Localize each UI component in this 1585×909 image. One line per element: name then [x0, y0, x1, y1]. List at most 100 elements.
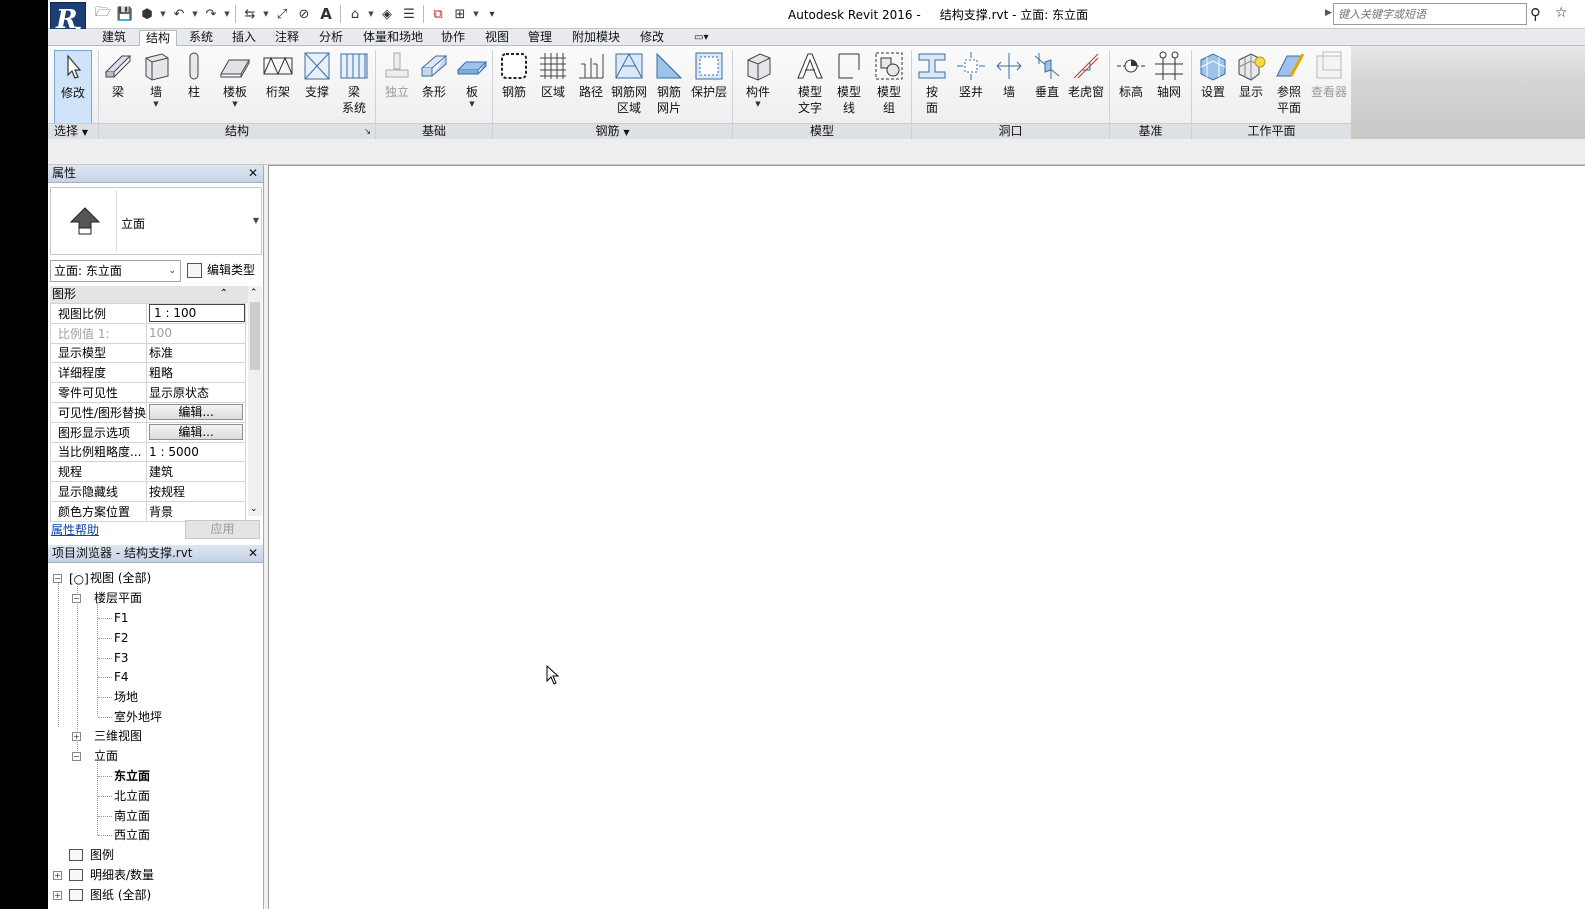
shaft-button[interactable]: 竖井: [952, 50, 990, 100]
modify-button[interactable]: 修改: [54, 50, 92, 126]
undo-icon[interactable]: ↶: [168, 3, 190, 25]
tree-item-f1[interactable]: F1: [114, 609, 129, 628]
tab-modify[interactable]: 修改: [634, 30, 670, 46]
scroll-thumb[interactable]: [250, 302, 260, 370]
redo-dropdown[interactable]: ▼: [222, 10, 232, 18]
rebar-button[interactable]: 钢筋: [495, 50, 533, 100]
wall-opening-button[interactable]: 墙: [990, 50, 1028, 100]
switch-windows-icon[interactable]: ⊞: [449, 3, 471, 25]
section-icon[interactable]: ◈: [376, 3, 398, 25]
opening-by-face-button[interactable]: 按 面: [913, 50, 951, 116]
model-text-button[interactable]: 模型 文字: [791, 50, 829, 116]
tag-icon[interactable]: ⊘: [293, 3, 315, 25]
tree-item-schedules[interactable]: 明细表/数量: [90, 866, 154, 885]
property-value[interactable]: 1 : 5000: [146, 441, 247, 463]
measure-icon[interactable]: ⇆: [239, 3, 261, 25]
tab-systems[interactable]: 系统: [183, 30, 219, 46]
rebar-cover-button[interactable]: 保护层: [689, 50, 729, 100]
properties-scrollbar[interactable]: ⌃ ⌄: [248, 286, 262, 516]
scroll-up-icon[interactable]: ⌃: [250, 288, 258, 298]
close-hidden-windows-icon[interactable]: ⧉: [427, 3, 449, 25]
vg-overrides-edit-button[interactable]: 编辑...: [149, 404, 244, 421]
star-icon[interactable]: ☆: [1555, 5, 1568, 21]
apply-button[interactable]: 应用: [185, 520, 260, 539]
close-icon[interactable]: ✕: [248, 165, 258, 182]
save-icon[interactable]: 💾: [114, 3, 136, 25]
tree-item-legends[interactable]: 图例: [90, 846, 114, 865]
column-button[interactable]: 柱: [175, 50, 213, 100]
property-value[interactable]: 建筑: [146, 461, 247, 483]
3d-view-dropdown[interactable]: ▼: [366, 10, 376, 18]
measure-dropdown[interactable]: ▼: [261, 10, 271, 18]
tree-item-f3[interactable]: F3: [114, 649, 129, 668]
collapse-toggle[interactable]: −: [53, 574, 62, 583]
binoculars-icon[interactable]: ⚲: [1530, 5, 1541, 23]
property-value[interactable]: 按规程: [146, 481, 247, 502]
dormer-opening-button[interactable]: 老虎窗: [1064, 50, 1108, 100]
search-box[interactable]: [1333, 3, 1527, 25]
tab-structure[interactable]: 结构: [139, 30, 178, 47]
fabric-sheet-button[interactable]: 钢筋 网片: [650, 50, 688, 116]
model-line-button[interactable]: 模型 线: [830, 50, 868, 116]
property-value[interactable]: 1 : 100: [146, 303, 247, 324]
search-expand-icon[interactable]: ▶: [1325, 8, 1332, 18]
fabric-area-button[interactable]: 钢筋网 区域: [610, 50, 648, 116]
model-group-button[interactable]: 模型 组: [870, 50, 908, 116]
type-selector[interactable]: 立面 ▼: [50, 187, 262, 255]
panel-label-rebar[interactable]: 钢筋 ▼: [493, 123, 732, 139]
tree-item-elevations[interactable]: 立面: [94, 747, 118, 766]
tree-item-sheets[interactable]: 图纸 (全部): [90, 886, 151, 905]
viewer-button[interactable]: 查看器: [1309, 50, 1349, 100]
3d-view-icon[interactable]: ⌂: [344, 3, 366, 25]
wall-button[interactable]: 墙 ▼: [137, 50, 175, 108]
brace-button[interactable]: 支撑: [298, 50, 336, 100]
area-reinforcement-button[interactable]: 区域: [534, 50, 572, 100]
show-work-plane-button[interactable]: 显示: [1232, 50, 1270, 100]
text-icon[interactable]: A: [315, 3, 337, 25]
beam-system-button[interactable]: 梁 系统: [335, 50, 373, 116]
sync-icon[interactable]: ⬢: [136, 3, 158, 25]
tab-architecture[interactable]: 建筑: [96, 30, 132, 46]
tab-view[interactable]: 视图: [479, 30, 515, 46]
redo-icon[interactable]: ↷: [200, 3, 222, 25]
collapse-toggle[interactable]: −: [72, 594, 81, 603]
tree-item-exterior-grade[interactable]: 室外地坪: [114, 708, 162, 727]
tab-addins[interactable]: 附加模块: [566, 30, 626, 46]
open-icon[interactable]: 🗁: [92, 3, 114, 25]
search-input[interactable]: [1334, 4, 1526, 24]
path-reinforcement-button[interactable]: 路径: [572, 50, 610, 100]
edit-type-button[interactable]: 编辑类型: [185, 260, 255, 282]
property-value[interactable]: 显示原状态: [146, 382, 247, 403]
aligned-dimension-icon[interactable]: ⤢: [271, 3, 293, 25]
ribbon-minimize-icon[interactable]: ▭▾: [688, 30, 714, 46]
truss-button[interactable]: 桁架: [259, 50, 297, 100]
tab-analyze[interactable]: 分析: [313, 30, 349, 46]
switch-windows-dropdown[interactable]: ▼: [471, 10, 481, 18]
tree-item-3d-views[interactable]: 三维视图: [94, 727, 142, 746]
tree-item-south-elevation[interactable]: 南立面: [114, 807, 150, 826]
level-button[interactable]: 标高: [1112, 50, 1150, 100]
tree-item-views-all[interactable]: 视图 (全部): [90, 569, 151, 588]
tab-annotate[interactable]: 注释: [269, 30, 305, 46]
tree-item-f4[interactable]: F4: [114, 668, 129, 687]
properties-help-link[interactable]: 属性帮助: [51, 521, 99, 538]
expand-toggle[interactable]: +: [53, 891, 62, 900]
vertical-opening-button[interactable]: 垂直: [1028, 50, 1066, 100]
tree-item-floor-plans[interactable]: 楼层平面: [94, 589, 142, 608]
instance-selector[interactable]: 立面: 东立面 ⌄: [50, 260, 181, 282]
customize-qat-icon[interactable]: ▾: [481, 3, 503, 25]
graphic-display-edit-button[interactable]: 编辑...: [149, 424, 244, 441]
property-value[interactable]: 标准: [146, 342, 247, 364]
isolated-foundation-button[interactable]: 独立: [378, 50, 416, 100]
floor-button[interactable]: 楼板 ▼: [216, 50, 254, 108]
tab-manage[interactable]: 管理: [522, 30, 558, 46]
collapse-toggle[interactable]: −: [72, 752, 81, 761]
group-graphics[interactable]: 图形 ⌃: [50, 286, 248, 303]
view-scale-input[interactable]: 1 : 100: [149, 304, 245, 323]
tree-item-site[interactable]: 场地: [114, 688, 138, 707]
collapse-icon[interactable]: ⌃: [220, 286, 228, 302]
tree-item-west-elevation[interactable]: 西立面: [114, 826, 150, 845]
tree-item-north-elevation[interactable]: 北立面: [114, 787, 150, 806]
wall-foundation-button[interactable]: 条形: [415, 50, 453, 100]
tab-collaborate[interactable]: 协作: [435, 30, 471, 46]
